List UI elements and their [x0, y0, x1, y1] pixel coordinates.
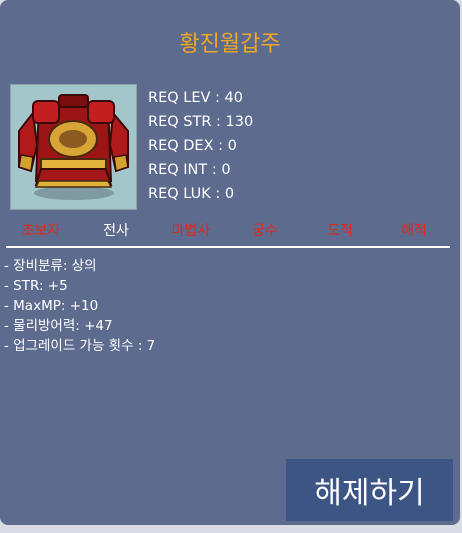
job-restrictions: 초보자 전사 마법사 궁수 도적 해적 — [0, 220, 460, 244]
req-level: REQ LEV : 40 — [148, 90, 243, 106]
stat-equip-type: - 장비분류: 상의 — [4, 258, 97, 274]
item-name: 황진월갑주 — [179, 32, 281, 57]
item-stats-list: - 장비분류: 상의 - STR: +5 - MaxMP: +10 - 물리방어… — [4, 256, 155, 356]
job-archer: 궁수 — [252, 223, 278, 239]
requirements-list: REQ LEV : 40 REQ STR : 130 REQ DEX : 0 R… — [148, 86, 253, 206]
req-luk: REQ LUK : 0 — [148, 186, 235, 202]
job-thief: 도적 — [327, 223, 353, 239]
req-int: REQ INT : 0 — [148, 162, 231, 178]
item-tooltip-panel: 황진월갑주 REQ LEV : 40 REQ STR: 130 REQ DEX… — [0, 0, 460, 525]
unseal-button[interactable]: 해제하기 — [286, 459, 453, 521]
red-gold-armor-icon — [10, 84, 137, 210]
job-warrior: 전사 — [103, 223, 129, 239]
divider — [6, 246, 450, 248]
job-pirate: 해적 — [401, 223, 427, 239]
stat-phys-def: - 물리방어력: +47 — [4, 318, 113, 334]
req-dex: REQ DEX : 0 — [148, 138, 237, 154]
stat-maxmp: - MaxMP: +10 — [4, 298, 99, 314]
job-beginner: 초보자 — [21, 223, 61, 239]
req-str: REQ STR : 130 — [148, 114, 254, 130]
stat-str: - STR: +5 — [4, 278, 68, 294]
job-magician: 마법사 — [171, 223, 211, 239]
stat-upgrades: - 업그레이드 가능 횟수 : 7 — [4, 338, 156, 354]
